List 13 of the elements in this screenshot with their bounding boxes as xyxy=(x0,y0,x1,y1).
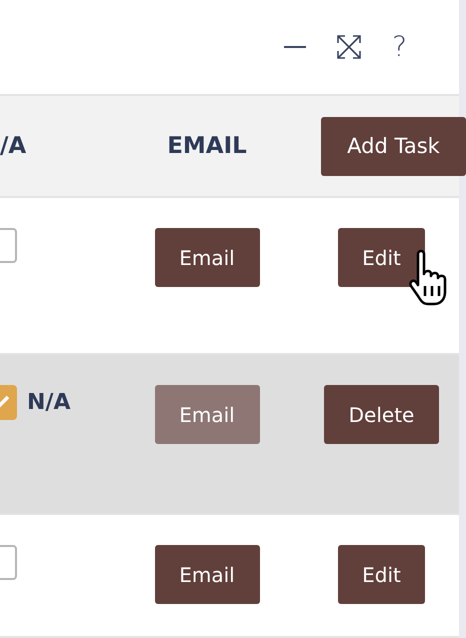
column-header: /A xyxy=(0,133,26,159)
expand-icon xyxy=(336,34,362,60)
column-header: EMAIL xyxy=(167,133,247,159)
add-task-button[interactable]: Add Task xyxy=(321,116,466,176)
row-action-button[interactable]: Edit xyxy=(338,545,425,604)
help-button[interactable]: ? xyxy=(392,33,407,61)
minimize-icon xyxy=(284,46,306,48)
row-action-button[interactable]: Delete xyxy=(324,385,439,444)
minimize-button[interactable] xyxy=(284,46,306,48)
na-label: N/A xyxy=(27,390,70,415)
email-button[interactable]: Email xyxy=(154,545,260,604)
email-button[interactable]: Email xyxy=(154,228,260,287)
expand-button[interactable] xyxy=(336,34,362,60)
